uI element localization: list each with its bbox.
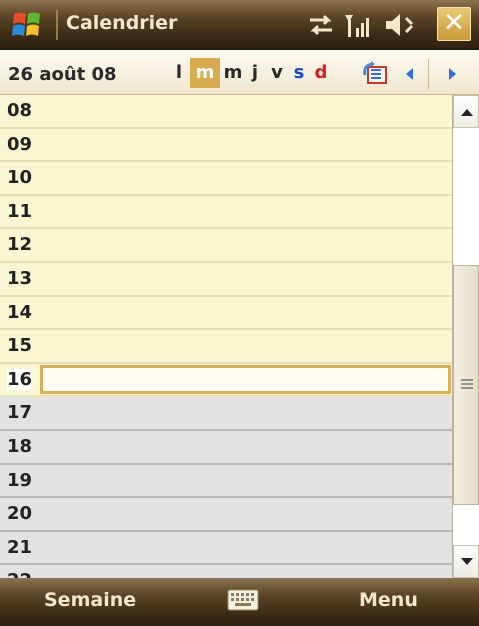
title-separator bbox=[56, 10, 58, 40]
scroll-down-button[interactable] bbox=[453, 545, 479, 578]
hour-row[interactable]: 11 bbox=[0, 195, 452, 230]
day-view-grid: 08 09 10 11 12 13 14 15 16 17 18 19 20 2… bbox=[0, 95, 452, 578]
week-view-softkey[interactable]: Semaine bbox=[44, 589, 136, 611]
signal-strength-icon[interactable] bbox=[342, 10, 372, 40]
week-day-selector: l m m j v s d bbox=[168, 58, 332, 88]
grip-icon bbox=[461, 379, 473, 389]
day-tuesday-selected[interactable]: m bbox=[190, 58, 220, 88]
vertical-scrollbar[interactable] bbox=[452, 95, 479, 578]
hour-row[interactable]: 10 bbox=[0, 162, 452, 196]
hour-label: 09 bbox=[7, 133, 33, 155]
hour-label: 20 bbox=[7, 503, 33, 525]
windows-start-icon[interactable] bbox=[8, 8, 48, 42]
hour-label: 11 bbox=[7, 200, 33, 222]
next-day-icon[interactable] bbox=[444, 63, 460, 85]
nav-separator bbox=[428, 59, 429, 89]
hour-row-selected[interactable]: 16 bbox=[0, 363, 452, 398]
date-toolbar: 26 août 08 l m m j v s d bbox=[0, 51, 479, 95]
hour-row[interactable]: 15 bbox=[0, 330, 452, 364]
current-date[interactable]: 26 août 08 bbox=[8, 64, 117, 85]
day-saturday[interactable]: s bbox=[288, 58, 310, 88]
arrow-down-icon bbox=[461, 558, 473, 565]
previous-day-icon[interactable] bbox=[402, 63, 418, 85]
selected-slot-highlight[interactable] bbox=[40, 364, 451, 395]
hour-label: 19 bbox=[7, 469, 33, 491]
hour-row[interactable]: 09 bbox=[0, 128, 452, 163]
hour-row[interactable]: 20 bbox=[0, 498, 452, 532]
arrow-up-icon bbox=[461, 109, 473, 116]
hour-row[interactable]: 21 bbox=[0, 531, 452, 566]
hour-label: 12 bbox=[7, 234, 33, 256]
day-wednesday[interactable]: m bbox=[222, 58, 244, 88]
hour-row[interactable]: 18 bbox=[0, 430, 452, 465]
title-bar: Calendrier ✕ bbox=[0, 0, 479, 50]
hour-label: 15 bbox=[7, 335, 33, 357]
hour-label: 16 bbox=[7, 368, 33, 390]
scroll-thumb[interactable] bbox=[453, 265, 479, 505]
connectivity-icon[interactable] bbox=[306, 10, 336, 40]
hour-row[interactable]: 17 bbox=[0, 397, 452, 431]
hour-row[interactable]: 08 bbox=[0, 95, 452, 129]
hour-label: 13 bbox=[7, 267, 33, 289]
hour-label: 14 bbox=[7, 301, 33, 323]
hour-label: 17 bbox=[7, 402, 33, 424]
keyboard-icon[interactable] bbox=[227, 587, 259, 613]
app-title: Calendrier bbox=[66, 12, 178, 34]
menu-softkey[interactable]: Menu bbox=[359, 589, 418, 611]
day-friday[interactable]: v bbox=[266, 58, 288, 88]
go-to-today-icon[interactable] bbox=[361, 61, 391, 87]
hour-row[interactable]: 14 bbox=[0, 296, 452, 331]
hour-label: 21 bbox=[7, 536, 33, 558]
hour-label: 10 bbox=[7, 167, 33, 189]
day-sunday[interactable]: d bbox=[310, 58, 332, 88]
hour-label: 22 bbox=[7, 570, 32, 578]
scroll-up-button[interactable] bbox=[453, 95, 479, 128]
hour-label: 08 bbox=[7, 100, 33, 121]
hour-row[interactable]: 13 bbox=[0, 262, 452, 297]
hour-row[interactable]: 12 bbox=[0, 229, 452, 263]
softkey-bar: Semaine Menu bbox=[0, 578, 479, 626]
volume-icon[interactable] bbox=[382, 10, 416, 40]
hour-row[interactable]: 19 bbox=[0, 464, 452, 499]
close-button[interactable]: ✕ bbox=[437, 7, 471, 41]
hour-row[interactable]: 22 bbox=[0, 565, 452, 578]
day-thursday[interactable]: j bbox=[244, 58, 266, 88]
hour-label: 18 bbox=[7, 435, 33, 457]
day-monday[interactable]: l bbox=[168, 58, 190, 88]
